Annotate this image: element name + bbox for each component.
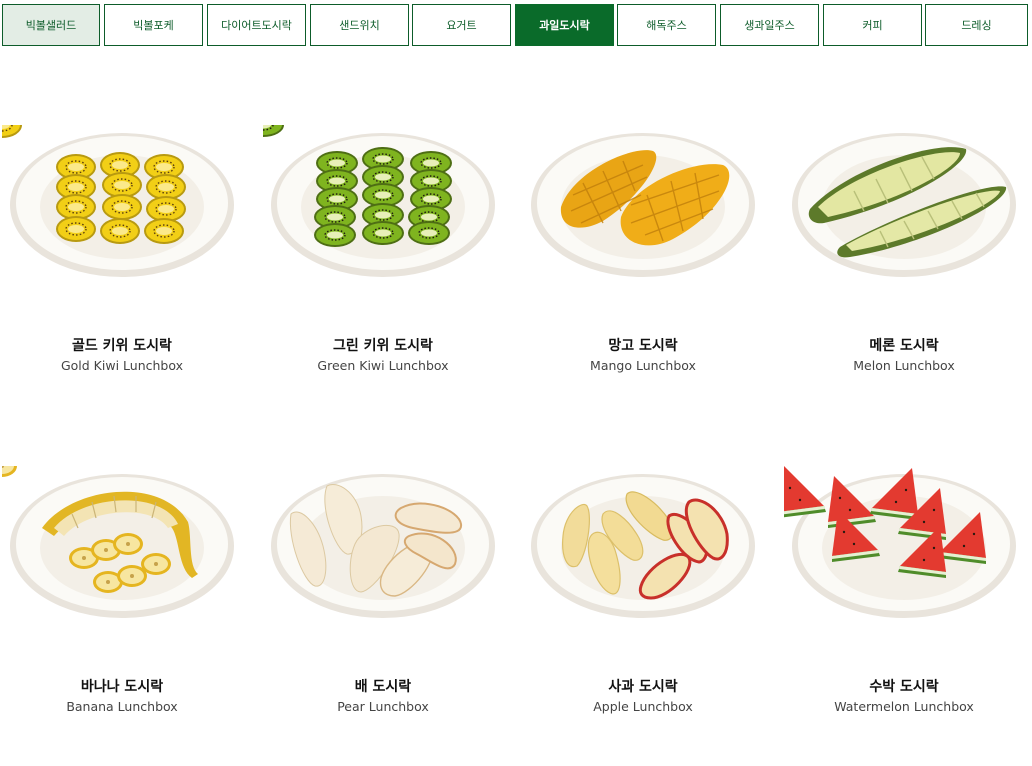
product-name-ko: 수박 도시락 [869, 679, 939, 695]
green-kiwi-image [263, 125, 503, 315]
product-name-en: Gold Kiwi Lunchbox [60, 358, 184, 373]
product-name-en: Mango Lunchbox [590, 358, 696, 373]
product-name-ko: 사과 도시락 [608, 679, 678, 695]
apple-image [523, 466, 763, 656]
mango-image [523, 125, 763, 315]
product-name-ko: 골드 키위 도시락 [72, 338, 172, 354]
melon-image [784, 125, 1024, 315]
product-name-en: Apple Lunchbox [593, 699, 693, 714]
banana-image [2, 466, 242, 656]
product-name-ko: 바나나 도시락 [80, 679, 164, 695]
gold-kiwi-image [2, 125, 242, 315]
product-name-en: Watermelon Lunchbox [834, 699, 974, 714]
product-name-en: Pear Lunchbox [337, 699, 429, 714]
product-name-ko: 그린 키위 도시락 [333, 338, 433, 354]
product-card-watermelon[interactable]: 수박 도시락 Watermelon Lunchbox [784, 466, 1024, 766]
product-grid: 골드 키위 도시락 Gold Kiwi Lunchbox 그린 키위 도시락 G… [0, 0, 1032, 766]
product-card-mango[interactable]: 망고 도시락 Mango Lunchbox [523, 125, 763, 425]
product-name-en: Banana Lunchbox [66, 699, 178, 714]
product-card-apple[interactable]: 사과 도시락 Apple Lunchbox [523, 466, 763, 766]
product-card-gold-kiwi[interactable]: 골드 키위 도시락 Gold Kiwi Lunchbox [2, 125, 242, 425]
pear-image [263, 466, 503, 656]
watermelon-image [784, 466, 1024, 656]
product-name-ko: 메론 도시락 [869, 338, 939, 354]
product-name-ko: 망고 도시락 [608, 338, 678, 354]
product-name-en: Green Kiwi Lunchbox [317, 358, 449, 373]
product-card-melon[interactable]: 메론 도시락 Melon Lunchbox [784, 125, 1024, 425]
product-card-banana[interactable]: 바나나 도시락 Banana Lunchbox [2, 466, 242, 766]
product-name-ko: 배 도시락 [354, 679, 412, 695]
product-name-en: Melon Lunchbox [853, 358, 955, 373]
product-card-green-kiwi[interactable]: 그린 키위 도시락 Green Kiwi Lunchbox [263, 125, 503, 425]
product-card-pear[interactable]: 배 도시락 Pear Lunchbox [263, 466, 503, 766]
